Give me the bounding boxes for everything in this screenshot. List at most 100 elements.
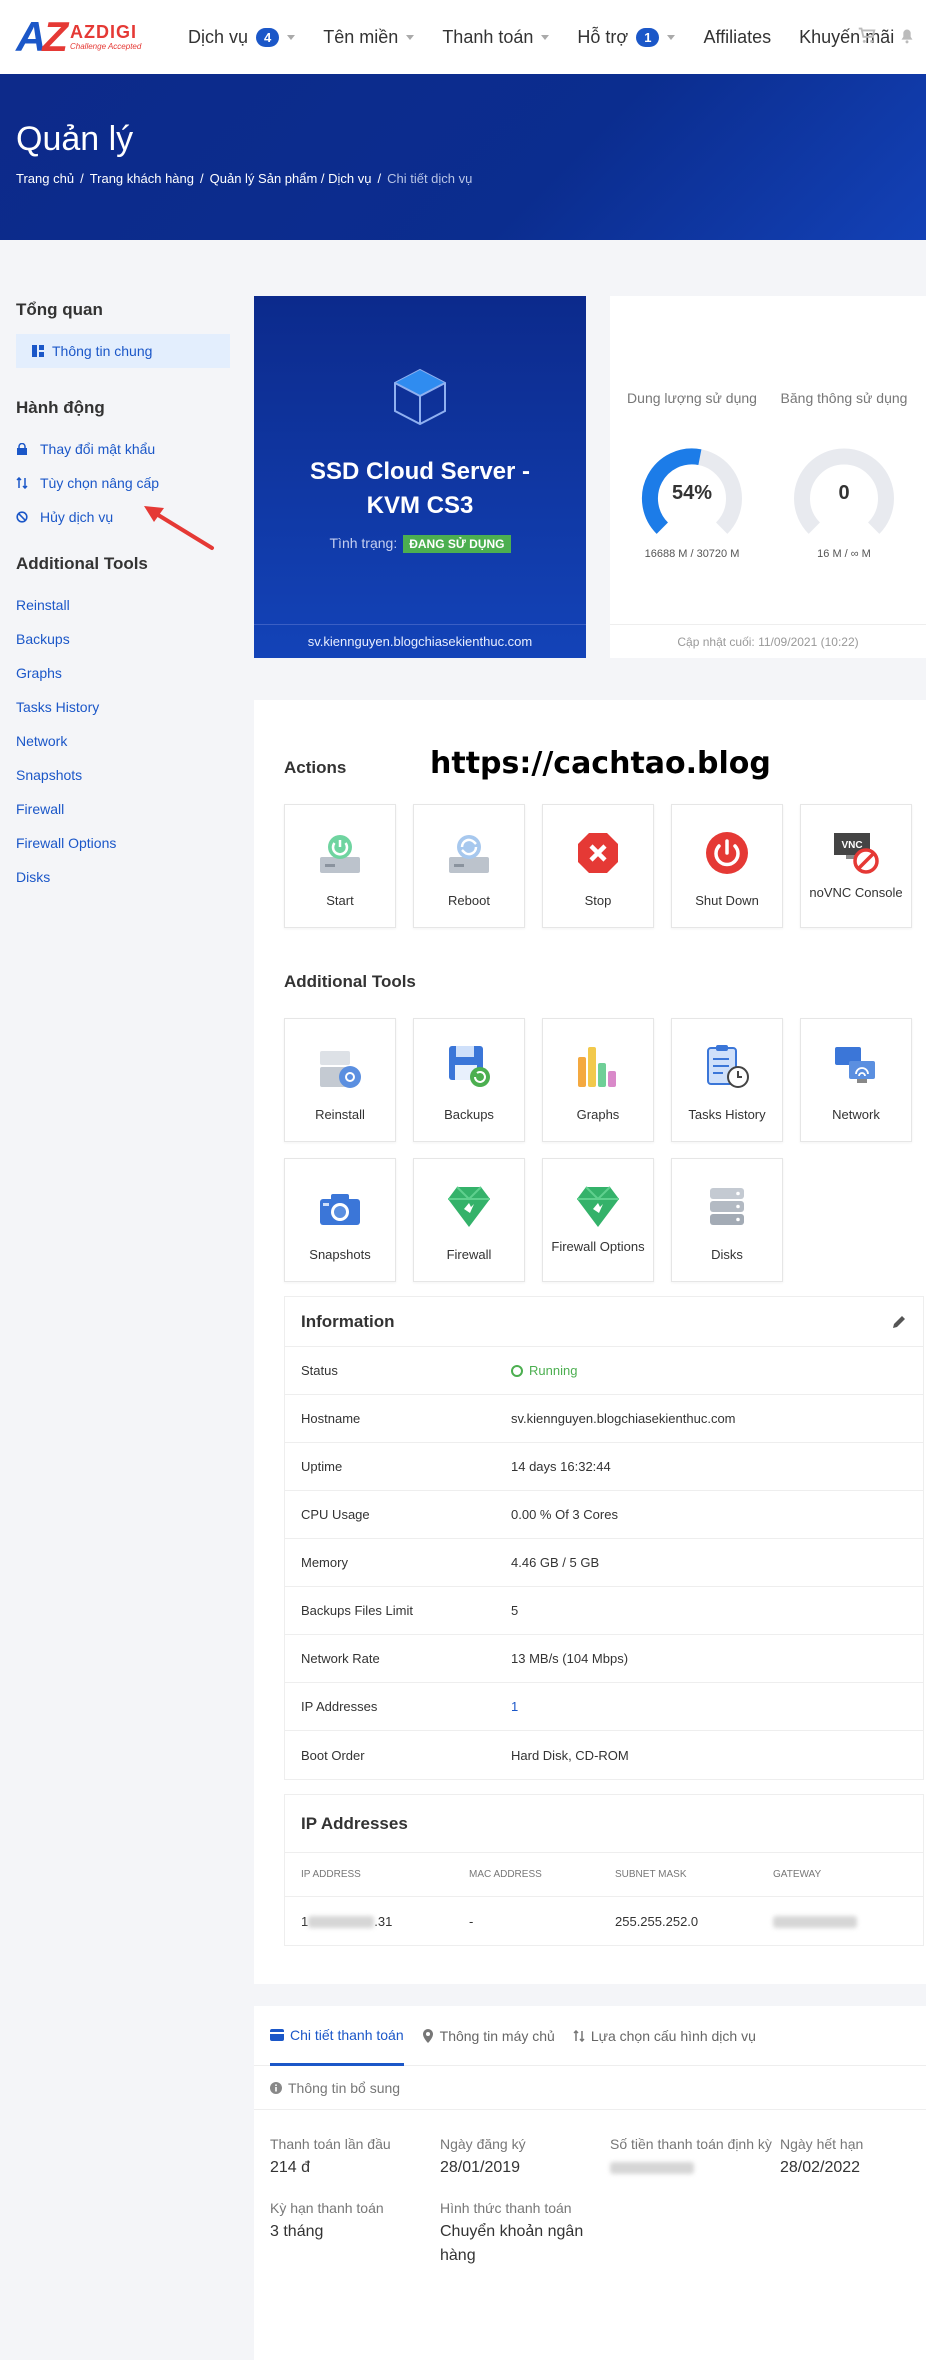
firewall-options-gem-icon [543,1159,653,1229]
pencil-edit-icon[interactable] [891,1314,907,1330]
usage-card: Dung lượng sử dụng 54% 16688 M / 30720 M… [610,296,926,658]
nav-ho-tro[interactable]: Hỗ trợ 1 [577,27,676,48]
sidebar-item-overview[interactable]: Thông tin chung [16,334,230,368]
sidebar-tool-firewall-options[interactable]: Firewall Options [16,826,230,860]
sidebar-tool-graphs[interactable]: Graphs [16,656,230,690]
logo-brand: AZDIGI [70,22,137,42]
dashboard-icon [32,345,44,357]
sidebar: Tổng quan Thông tin chung Hành động Thay… [16,300,230,894]
info-circle-icon [270,2081,282,2094]
tab-billing-details[interactable]: Chi tiết thanh toán [270,2006,404,2066]
bandwidth-usage-gauge: Băng thông sử dụng 0 16 M / ∞ M [780,390,908,560]
shut-down-button[interactable]: Shut Down [671,804,783,928]
product-name: SSD Cloud Server - KVM CS3 [309,458,531,519]
running-status: Running [511,1363,577,1378]
sidebar-tool-network[interactable]: Network [16,724,230,758]
sidebar-item-upgrade[interactable]: Tùy chọn nâng cấp [16,466,230,500]
billing-details-grid: Thanh toán lần đầu 214 đ Ngày đăng ký 28/0… [254,2110,926,2268]
nav-ten-mien[interactable]: Tên miền [323,27,415,48]
info-row-ip-addresses: IP Addresses 1 [285,1683,923,1731]
ip-table-header: IP ADDRESS MAC ADDRESS SUBNET MASK GATEW… [285,1853,923,1897]
info-row-memory: Memory 4.46 GB / 5 GB [285,1539,923,1587]
cube-icon [254,366,586,433]
sidebar-tool-firewall[interactable]: Firewall [16,792,230,826]
billing-tabs: Chi tiết thanh toán Thông tin máy chủ Lự… [254,2006,926,2066]
product-hostname[interactable]: sv.kiennguyen.blogchiasekienthuc.com [254,624,586,658]
sidebar-tool-backups[interactable]: Backups [16,622,230,656]
start-button[interactable]: Start [284,804,396,928]
info-row-uptime: Uptime 14 days 16:32:44 [285,1443,923,1491]
svg-text:VNC: VNC [841,840,862,851]
chevron-down-icon [406,34,415,40]
cart-icon[interactable] [856,24,878,46]
billing-first-payment: Thanh toán lần đầu 214 đ [270,2136,391,2176]
ip-addresses-heading: IP Addresses [285,1795,923,1853]
logo-letters: AZ [16,13,68,60]
reinstall-tool-button[interactable]: Reinstall [284,1018,396,1142]
sidebar-tool-tasks-history[interactable]: Tasks History [16,690,230,724]
bandwidth-usage-value: 0 [838,482,850,504]
ip-address-cell: 1.31 [301,1913,393,1929]
disk-usage-detail: 16688 M / 30720 M [644,548,740,560]
sidebar-tool-reinstall[interactable]: Reinstall [16,588,230,622]
watermark-text: https://cachtao.blog [430,746,771,781]
top-navbar: AZ AZDIGI Challenge Accepted Dịch vụ 4 Tê… [0,0,926,74]
info-row-hostname: Hostname sv.kiennguyen.blogchiasekienthuc… [285,1395,923,1443]
nav-thanh-toan[interactable]: Thanh toán [442,27,550,48]
table-row: 1.31 - 255.255.252.0 [285,1897,923,1945]
reboot-button[interactable]: Reboot [413,804,525,928]
tab-server-info[interactable]: Thông tin máy chủ [422,2006,555,2066]
tab-additional-info[interactable]: Thông tin bổ sung [254,2066,926,2110]
reboot-server-icon [414,805,524,875]
network-tool-button[interactable]: Network [800,1018,912,1142]
firewall-options-tool-button[interactable]: Firewall Options [542,1158,654,1282]
reinstall-icon [285,1019,395,1089]
logo-tagline: Challenge Accepted [70,42,142,51]
redacted-ip [308,1916,375,1929]
sort-arrows-icon [16,477,32,489]
breadcrumb-client-area[interactable]: Trang khách hàng [90,171,194,186]
main-nav: Dịch vụ 4 Tên miền Thanh toán Hỗ trợ 1 Aff… [188,27,922,48]
sidebar-tool-disks[interactable]: Disks [16,860,230,894]
tab-config-options[interactable]: Lựa chọn cấu hình dịch vụ [573,2006,756,2066]
billing-payment-method: Hình thức thanh toán Chuyển khoản ngân hà… [440,2200,584,2264]
billing-panel: Chi tiết thanh toán Thông tin máy chủ Lự… [254,2006,926,2360]
breadcrumb-current: Chi tiết dịch vụ [387,171,473,186]
status-badge: ĐANG SỬ DỤNG [403,535,511,553]
stop-button[interactable]: Stop [542,804,654,928]
graphs-tool-button[interactable]: Graphs [542,1018,654,1142]
chevron-down-icon [667,34,676,40]
stop-icon [543,805,653,875]
firewall-tool-button[interactable]: Firewall [413,1158,525,1282]
sidebar-item-change-password[interactable]: Thay đổi mật khẩu [16,432,230,466]
camera-icon [285,1159,395,1229]
billing-recurring-amount: Số tiền thanh toán định kỳ [610,2132,780,2180]
network-monitor-icon [801,1019,911,1089]
tasks-history-tool-button[interactable]: Tasks History [671,1018,783,1142]
info-row-network-rate: Network Rate 13 MB/s (104 Mbps) [285,1635,923,1683]
azdigi-logo[interactable]: AZ AZDIGI Challenge Accepted [16,13,166,61]
billing-registration-date: Ngày đăng ký 28/01/2019 [440,2136,526,2176]
bell-icon[interactable] [896,24,918,46]
lock-icon [16,443,32,455]
nav-dich-vu[interactable]: Dịch vụ 4 [188,27,296,48]
disk-usage-value: 54% [671,482,713,504]
backups-tool-button[interactable]: Backups [413,1018,525,1142]
billing-cycle: Kỳ hạn thanh toán 3 tháng [270,2200,384,2240]
novnc-console-button[interactable]: VNC noVNC Console [800,804,912,928]
breadcrumb-home[interactable]: Trang chủ [16,171,74,186]
sidebar-heading-actions: Hành động [16,398,105,417]
redacted-amount [610,2161,694,2174]
page-header: Quản lý Trang chủ / Trang khách hàng / Quả… [0,74,926,240]
disks-tool-button[interactable]: Disks [671,1158,783,1282]
sidebar-tool-snapshots[interactable]: Snapshots [16,758,230,792]
information-table: Information Status Running Hostname sv.kie… [284,1296,924,1780]
breadcrumb-products[interactable]: Quản lý Sản phẩm / Dịch vụ [210,171,372,186]
credit-card-icon [270,2028,284,2041]
ip-count-link[interactable]: 1 [511,1699,518,1714]
info-row-backups-limit: Backups Files Limit 5 [285,1587,923,1635]
nav-badge: 4 [256,27,280,47]
snapshots-tool-button[interactable]: Snapshots [284,1158,396,1282]
map-marker-icon [422,2029,433,2043]
nav-affiliates[interactable]: Affiliates [703,27,771,48]
